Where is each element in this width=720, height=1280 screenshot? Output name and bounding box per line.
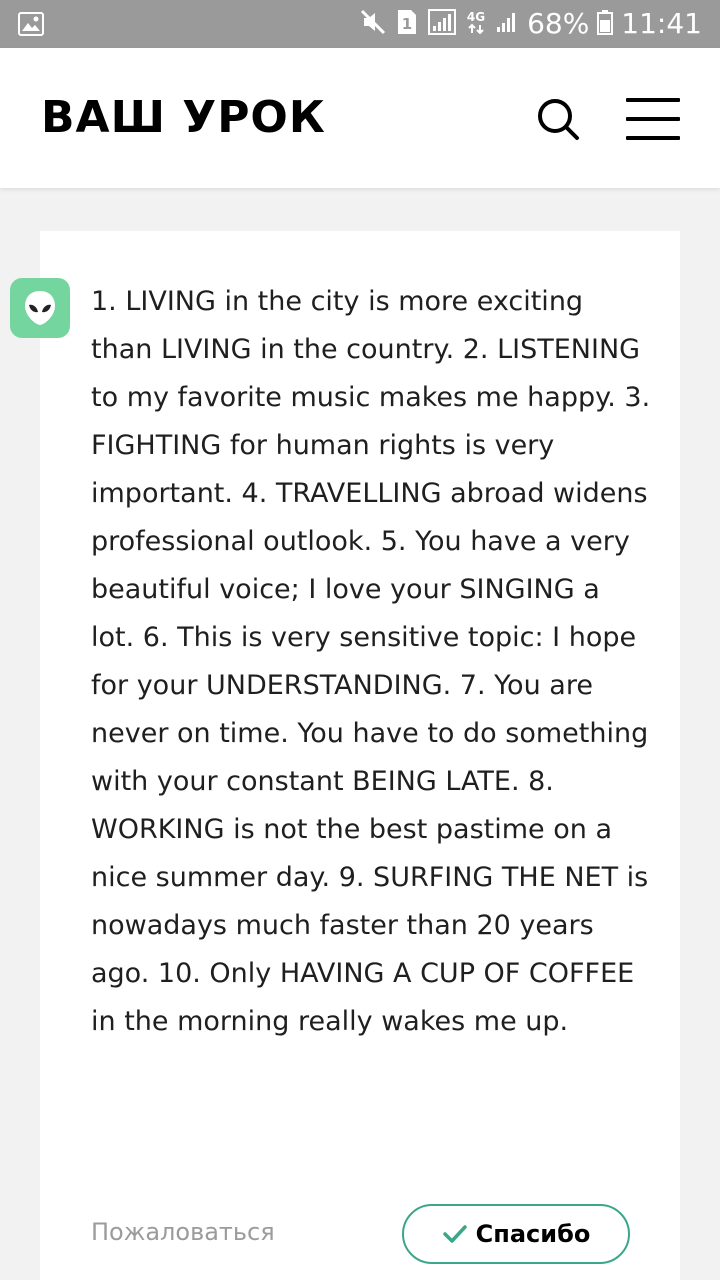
clock: 11:41: [621, 7, 702, 40]
thanks-button[interactable]: Спасибо: [402, 1204, 630, 1264]
app-header: ВАШ УРОК: [0, 48, 720, 188]
image-icon: [18, 12, 44, 40]
search-icon: [538, 99, 579, 140]
site-logo[interactable]: ВАШ УРОК: [41, 90, 326, 146]
check-icon: [442, 1225, 467, 1243]
network-type: 4G: [465, 8, 487, 40]
search-button[interactable]: [532, 92, 586, 146]
mute-icon: [359, 8, 387, 40]
battery-icon: [597, 8, 614, 40]
user-avatar[interactable]: [10, 278, 70, 338]
battery-percent: 68%: [527, 7, 590, 40]
menu-icon: [626, 98, 680, 102]
thanks-label: Спасибо: [475, 1220, 591, 1248]
alien-icon: [25, 291, 55, 325]
answer-text: 1. LIVING in the city is more exciting t…: [91, 286, 651, 1037]
status-bar: 1 4G 68% 11:41: [0, 0, 720, 48]
complain-link[interactable]: Пожаловаться: [91, 1212, 275, 1252]
sim-icon: 1: [395, 8, 419, 40]
signal-strength-icon: [495, 8, 519, 40]
svg-text:1: 1: [402, 15, 412, 33]
svg-text:4G: 4G: [467, 10, 485, 24]
signal-icon: [427, 8, 457, 40]
menu-button[interactable]: [626, 96, 682, 142]
